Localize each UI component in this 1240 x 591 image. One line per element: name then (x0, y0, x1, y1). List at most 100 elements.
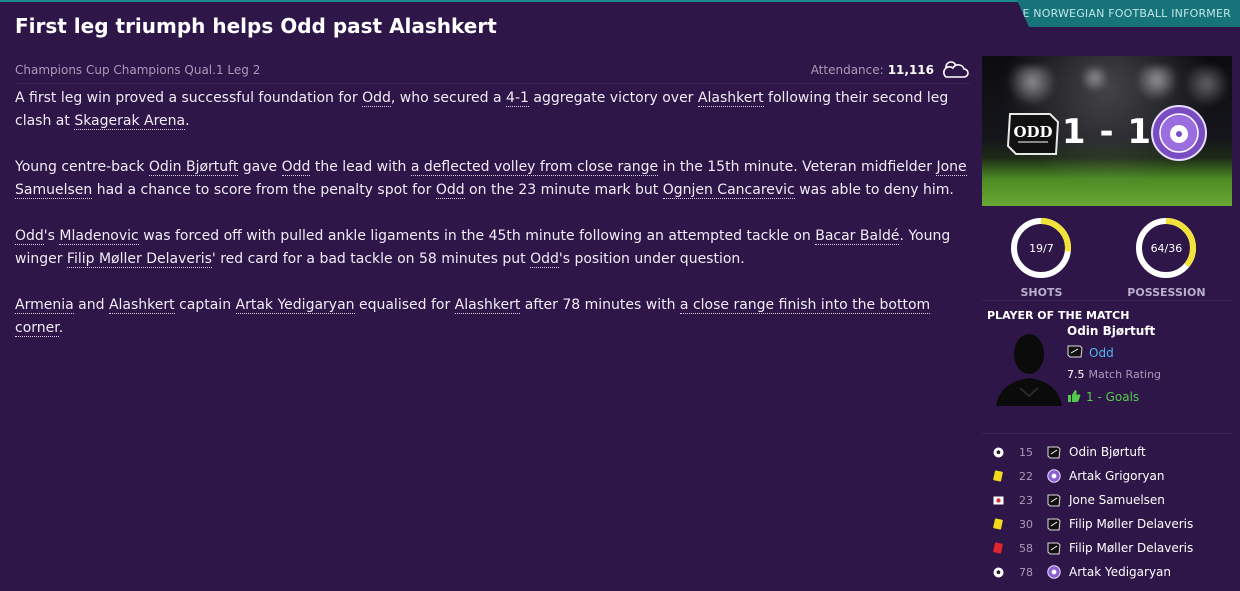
team-link-odd[interactable]: Odd (435, 182, 465, 199)
text: Young centre-back (15, 159, 149, 175)
event-player[interactable]: Filip Møller Delaveris (1069, 541, 1193, 555)
home-score: 1 (1061, 112, 1087, 152)
text: A first leg win proved a successful foun… (15, 90, 363, 106)
player-link[interactable]: Ognjen Cancarevic (662, 182, 795, 199)
team-link-alashkert[interactable]: Alashkert (697, 90, 764, 107)
odd-crest-icon (1067, 344, 1083, 361)
potm-name[interactable]: Odin Bjørtuft (1067, 324, 1161, 338)
event-minute: 22 (1019, 469, 1033, 483)
event-player[interactable]: Odin Bjørtuft (1069, 445, 1146, 459)
text: the lead with (310, 159, 411, 175)
nation-link[interactable]: Armenia (15, 297, 74, 314)
event-minute: 78 (1019, 565, 1033, 579)
alashkert-crest-icon (1047, 565, 1061, 579)
attendance-info: Attendance: 11,116 (811, 59, 970, 81)
event-minute: 58 (1019, 541, 1033, 555)
text: was forced off with pulled ankle ligamen… (138, 228, 816, 244)
potm-info: Odin Bjørtuft Odd 7.5 Match Rating 1 - Go… (1067, 324, 1161, 405)
text: after 78 minutes with (520, 297, 680, 313)
odd-crest-icon (1047, 493, 1061, 507)
match-stats: 19/7 SHOTS 64/36 POSSESSION (982, 206, 1232, 301)
text: , who secured a (390, 90, 507, 106)
potm-club-link[interactable]: Odd (1089, 346, 1114, 360)
stadium-lights (982, 66, 1232, 106)
odd-crest-icon (1047, 445, 1061, 459)
team-link-odd[interactable]: Odd (281, 159, 311, 176)
possession-label: POSSESSION (1127, 286, 1206, 299)
player-of-the-match[interactable]: Odin Bjørtuft Odd 7.5 Match Rating 1 - Go… (982, 322, 1232, 434)
highlight-link[interactable]: a deflected volley from close range (410, 159, 659, 176)
yellow-card-icon (991, 518, 1005, 530)
text: was able to deny him. (794, 182, 954, 198)
event-player[interactable]: Jone Samuelsen (1069, 493, 1165, 507)
event-minute: 15 (1019, 445, 1033, 459)
event-minute: 23 (1019, 493, 1033, 507)
potm-rating-value: 7.5 (1067, 368, 1085, 381)
goal-ball-icon (991, 567, 1005, 578)
player-link[interactable]: Artak Yedigaryan (235, 297, 355, 314)
report-paragraph: A first leg win proved a successful foun… (15, 87, 975, 133)
match-event-row[interactable]: 58 Filip Møller Delaveris (982, 536, 1232, 560)
alashkert-crest-icon[interactable] (1150, 104, 1208, 162)
yellow-card-icon (991, 470, 1005, 482)
team-link-odd[interactable]: Odd (530, 251, 559, 268)
event-minute: 30 (1019, 517, 1033, 531)
player-link[interactable]: Odin Bjørtuft (148, 159, 239, 176)
cloudy-icon (942, 59, 970, 81)
text: gave (238, 159, 282, 175)
score-separator: - (1099, 112, 1115, 152)
player-link[interactable]: Filip Møller Delaveris (66, 251, 212, 268)
potm-goals-row: 1 - Goals (1067, 389, 1161, 405)
event-player[interactable]: Filip Møller Delaveris (1069, 517, 1193, 531)
odd-crest-icon (1047, 541, 1061, 555)
report-paragraph: Young centre-back Odin Bjørtuft gave Odd… (15, 156, 975, 202)
team-link-alashkert[interactable]: Alashkert (108, 297, 175, 314)
text: captain (174, 297, 236, 313)
match-event-row[interactable]: 15 Odin Bjørtuft (982, 440, 1232, 464)
text: had a chance to score from the penalty s… (92, 182, 436, 198)
page-title: First leg triumph helps Odd past Alashke… (15, 14, 497, 38)
text: . (185, 113, 190, 129)
event-player[interactable]: Artak Yedigaryan (1069, 565, 1171, 579)
team-link-odd[interactable]: Odd (362, 90, 391, 107)
competition-link[interactable]: Champions Cup Champions Qual.1 Leg 2 (15, 63, 260, 77)
event-player[interactable]: Artak Grigoryan (1069, 469, 1164, 483)
match-events-list: 15 Odin Bjørtuft 22 Artak Grigoryan 23 Jone S… (982, 434, 1232, 584)
text: . (58, 320, 64, 336)
potm-title: PLAYER OF THE MATCH (987, 309, 1130, 322)
text: on the 23 minute mark but (464, 182, 663, 198)
scoreboard[interactable]: ODD 1 - 1 (982, 56, 1232, 206)
text: 's (43, 228, 60, 244)
match-event-row[interactable]: 30 Filip Møller Delaveris (982, 512, 1232, 536)
away-score: 1 (1127, 112, 1153, 152)
text: equalised for (354, 297, 455, 313)
source-label: THE NORWEGIAN FOOTBALL INFORMER (1007, 7, 1231, 20)
report-paragraph: Armenia and Alashkert captain Artak Yedi… (15, 294, 975, 340)
player-link[interactable]: Bacar Baldé (815, 228, 900, 245)
match-report-article: A first leg win proved a successful foun… (15, 87, 975, 363)
player-link[interactable]: Mladenovic (59, 228, 139, 245)
aggregate-score-link[interactable]: 4-1 (506, 90, 529, 107)
text: ' red card for a bad tackle on 58 minute… (211, 251, 531, 267)
newspaper-source-tag: THE NORWEGIAN FOOTBALL INFORMER (1007, 0, 1240, 27)
thumbs-up-icon (1067, 389, 1081, 405)
goal-ball-icon (991, 447, 1005, 458)
shots-value: 19/7 (1029, 241, 1054, 255)
alashkert-crest-icon (1047, 469, 1061, 483)
stadium-link[interactable]: Skagerak Arena (74, 113, 186, 130)
possession-stat[interactable]: 64/36 POSSESSION (1127, 215, 1206, 300)
player-silhouette-icon (992, 326, 1066, 406)
text: aggregate victory over (528, 90, 698, 106)
attendance-value: 11,116 (887, 62, 934, 77)
match-event-row[interactable]: 22 Artak Grigoryan (982, 464, 1232, 488)
team-link-odd[interactable]: Odd (15, 228, 44, 245)
possession-ring: 64/36 (1133, 215, 1199, 281)
shots-stat[interactable]: 19/7 SHOTS (1008, 215, 1074, 300)
match-event-row[interactable]: 23 Jone Samuelsen (982, 488, 1232, 512)
match-event-row[interactable]: 78 Artak Yedigaryan (982, 560, 1232, 584)
attendance-label: Attendance: (810, 62, 884, 77)
potm-club-row: Odd (1067, 344, 1161, 361)
text: and (73, 297, 109, 313)
shots-ring: 19/7 (1008, 215, 1074, 281)
team-link-alashkert[interactable]: Alashkert (454, 297, 521, 314)
